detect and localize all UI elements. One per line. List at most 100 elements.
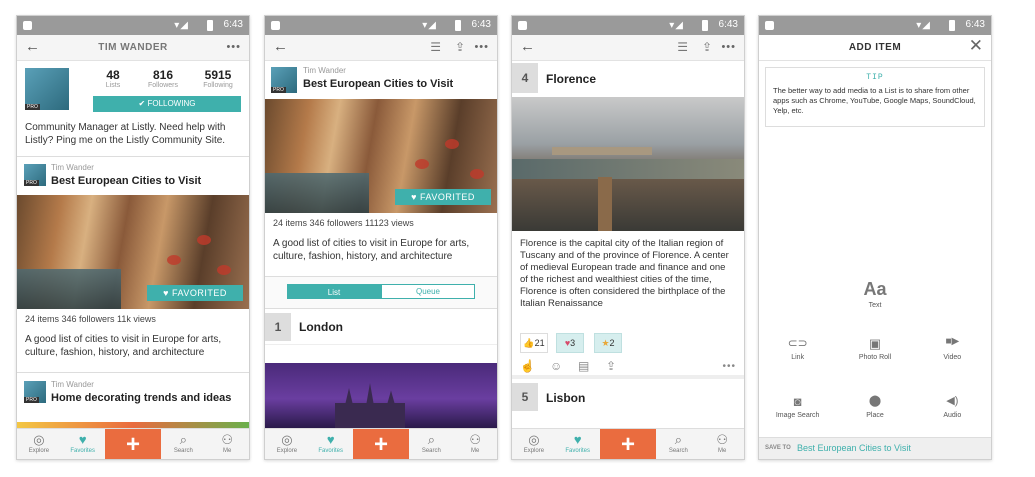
status-bar: ▾◢ 6:43 [265,16,497,35]
list-title[interactable]: Best European Cities to Visit [51,175,201,187]
thumbs-up-icon[interactable]: ☝ [520,359,535,373]
comment-icon[interactable]: ▤ [578,359,589,373]
add-button[interactable]: + [352,429,410,459]
list-item-header[interactable]: 5 Lisbon [512,379,744,411]
avatar[interactable]: PRO [25,68,69,110]
option-image-search[interactable]: ◙ Image Search [759,394,836,419]
option-video[interactable]: ■▶ Video [914,336,991,361]
option-photo-roll[interactable]: ▣ Photo Roll [836,336,913,361]
nav-me[interactable]: ⚇ Me [205,429,249,459]
avatar: PRO [24,164,46,186]
item-image[interactable] [265,363,497,433]
list-item-header[interactable]: 1 London [265,309,497,345]
item-image[interactable] [512,97,744,231]
reaction-love[interactable]: ♥3 [556,333,584,353]
item-description: Florence is the capital city of the Ital… [520,238,729,309]
person-icon: ⚇ [716,432,728,447]
option-link[interactable]: ⊂⊃ Link [759,336,836,361]
nav-search[interactable]: ⌕ Search [409,429,453,459]
list-stats: 24 items 346 followers 11123 views [273,218,414,228]
more-icon[interactable]: ••• [721,41,736,53]
stat-lists[interactable]: 48 Lists [93,68,133,89]
list-card-header[interactable]: PRO Tim Wander Best European Cities to V… [17,157,249,195]
nav-search[interactable]: ⌕ Search [161,429,205,459]
stat-following[interactable]: 5915 Following [193,68,243,89]
close-icon[interactable]: ✕ [969,36,983,56]
tab-queue[interactable]: Queue [381,284,475,299]
share-icon[interactable]: ⇪ [702,40,712,54]
nav-favorites[interactable]: ♥ Favorites [556,429,600,459]
nav-search[interactable]: ⌕ Search [656,429,700,459]
nav-explore[interactable]: ◎ Explore [17,429,61,459]
bottom-nav: ◎ Explore ♥ Favorites + ⌕ Search ⚇ Me [512,428,744,459]
avatar[interactable]: PRO [271,67,297,93]
top-bar: ← ☰ ⇪ ••• [512,35,744,61]
phone-list: ▾◢ 6:43 ← ☰ ⇪ ••• PRO Tim Wander Best Eur… [264,15,498,460]
more-icon[interactable]: ••• [722,361,736,372]
nav-favorites[interactable]: ♥ Favorites [61,429,105,459]
profile-bio: Community Manager at Listly. Need help w… [17,115,249,157]
list-author: Tim Wander [51,163,94,172]
share-icon[interactable]: ⇪ [606,359,616,373]
nav-favorites[interactable]: ♥ Favorites [309,429,353,459]
tip-label: TIP [866,73,884,82]
item-number: 5 [512,383,538,411]
list-title[interactable]: Home decorating trends and ideas [51,392,231,404]
more-icon[interactable]: ••• [226,41,241,53]
following-button[interactable]: ✔ FOLLOWING [93,96,241,112]
stat-followers[interactable]: 816 Followers [138,68,188,89]
top-bar: ← ☰ ⇪ ••• [265,35,497,61]
compass-icon: ◎ [281,432,293,447]
list-card-header[interactable]: PRO Tim Wander Home decorating trends an… [17,373,249,413]
back-arrow-icon[interactable]: ← [520,38,535,55]
star-icon: ★ [601,338,610,348]
reaction-star[interactable]: ★2 [594,333,622,353]
reaction-like[interactable]: 👍21 [520,333,548,353]
person-icon: ⚇ [469,432,481,447]
save-to-bar[interactable]: SAVE TO Best European Cities to Visit [759,437,991,459]
option-text[interactable]: Aa Text [759,279,991,309]
nav-me[interactable]: ⚇ Me [700,429,744,459]
list-author: Tim Wander [303,66,346,75]
option-row-2: ◙ Image Search ⬤ Place ◀) Audio [759,394,991,419]
nav-explore[interactable]: ◎ Explore [512,429,556,459]
add-button[interactable]: + [599,429,657,459]
bottom-nav: ◎ Explore ♥ Favorites + ⌕ Search ⚇ Me [17,428,249,459]
emoji-icon[interactable]: ☺ [550,359,562,373]
add-button[interactable]: + [104,429,162,459]
map-pin-icon: ⬤ [868,395,882,407]
item-title: London [299,320,343,334]
heart-icon: ♥ [573,432,582,447]
item-number: 1 [265,313,291,341]
option-place[interactable]: ⬤ Place [836,394,913,419]
profile-header: PRO 48 Lists 816 Followers 5915 Following ✔… [17,61,249,115]
list-cover-image[interactable]: ♥ FAVORITED [17,195,249,309]
person-icon: ⚇ [221,432,233,447]
heart-icon: ♥ [411,192,420,202]
view-toggle: List Queue [265,277,497,309]
nav-explore[interactable]: ◎ Explore [265,429,309,459]
nav-me[interactable]: ⚇ Me [453,429,497,459]
tip-box: TIP The better way to add media to a Lis… [765,67,985,127]
share-icon[interactable]: ⇪ [455,40,465,54]
list-item-header[interactable]: 4 Florence [512,61,744,97]
filter-icon[interactable]: ☰ [677,40,688,54]
back-arrow-icon[interactable]: ← [273,38,288,55]
list-description: A good list of cities to visit in Europe… [17,329,249,373]
tip-text: The better way to add media to a List is… [773,86,976,115]
save-to-value[interactable]: Best European Cities to Visit [797,443,911,453]
compass-icon: ◎ [528,432,540,447]
camera-icon: ◙ [793,394,802,409]
tab-list[interactable]: List [287,284,381,299]
favorited-button[interactable]: ♥ FAVORITED [147,285,243,301]
top-bar: ← TIM WANDER ••• [17,35,249,61]
compass-icon: ◎ [33,432,45,447]
more-icon[interactable]: ••• [474,41,489,53]
list-cover-image: ♥ FAVORITED [265,99,497,213]
item-number: 4 [512,63,538,93]
filter-icon[interactable]: ☰ [430,40,441,54]
option-audio[interactable]: ◀) Audio [914,394,991,419]
favorited-button[interactable]: ♥ FAVORITED [395,189,491,205]
option-row-1: ⊂⊃ Link ▣ Photo Roll ■▶ Video [759,336,991,361]
top-bar: ADD ITEM ✕ [759,35,991,61]
